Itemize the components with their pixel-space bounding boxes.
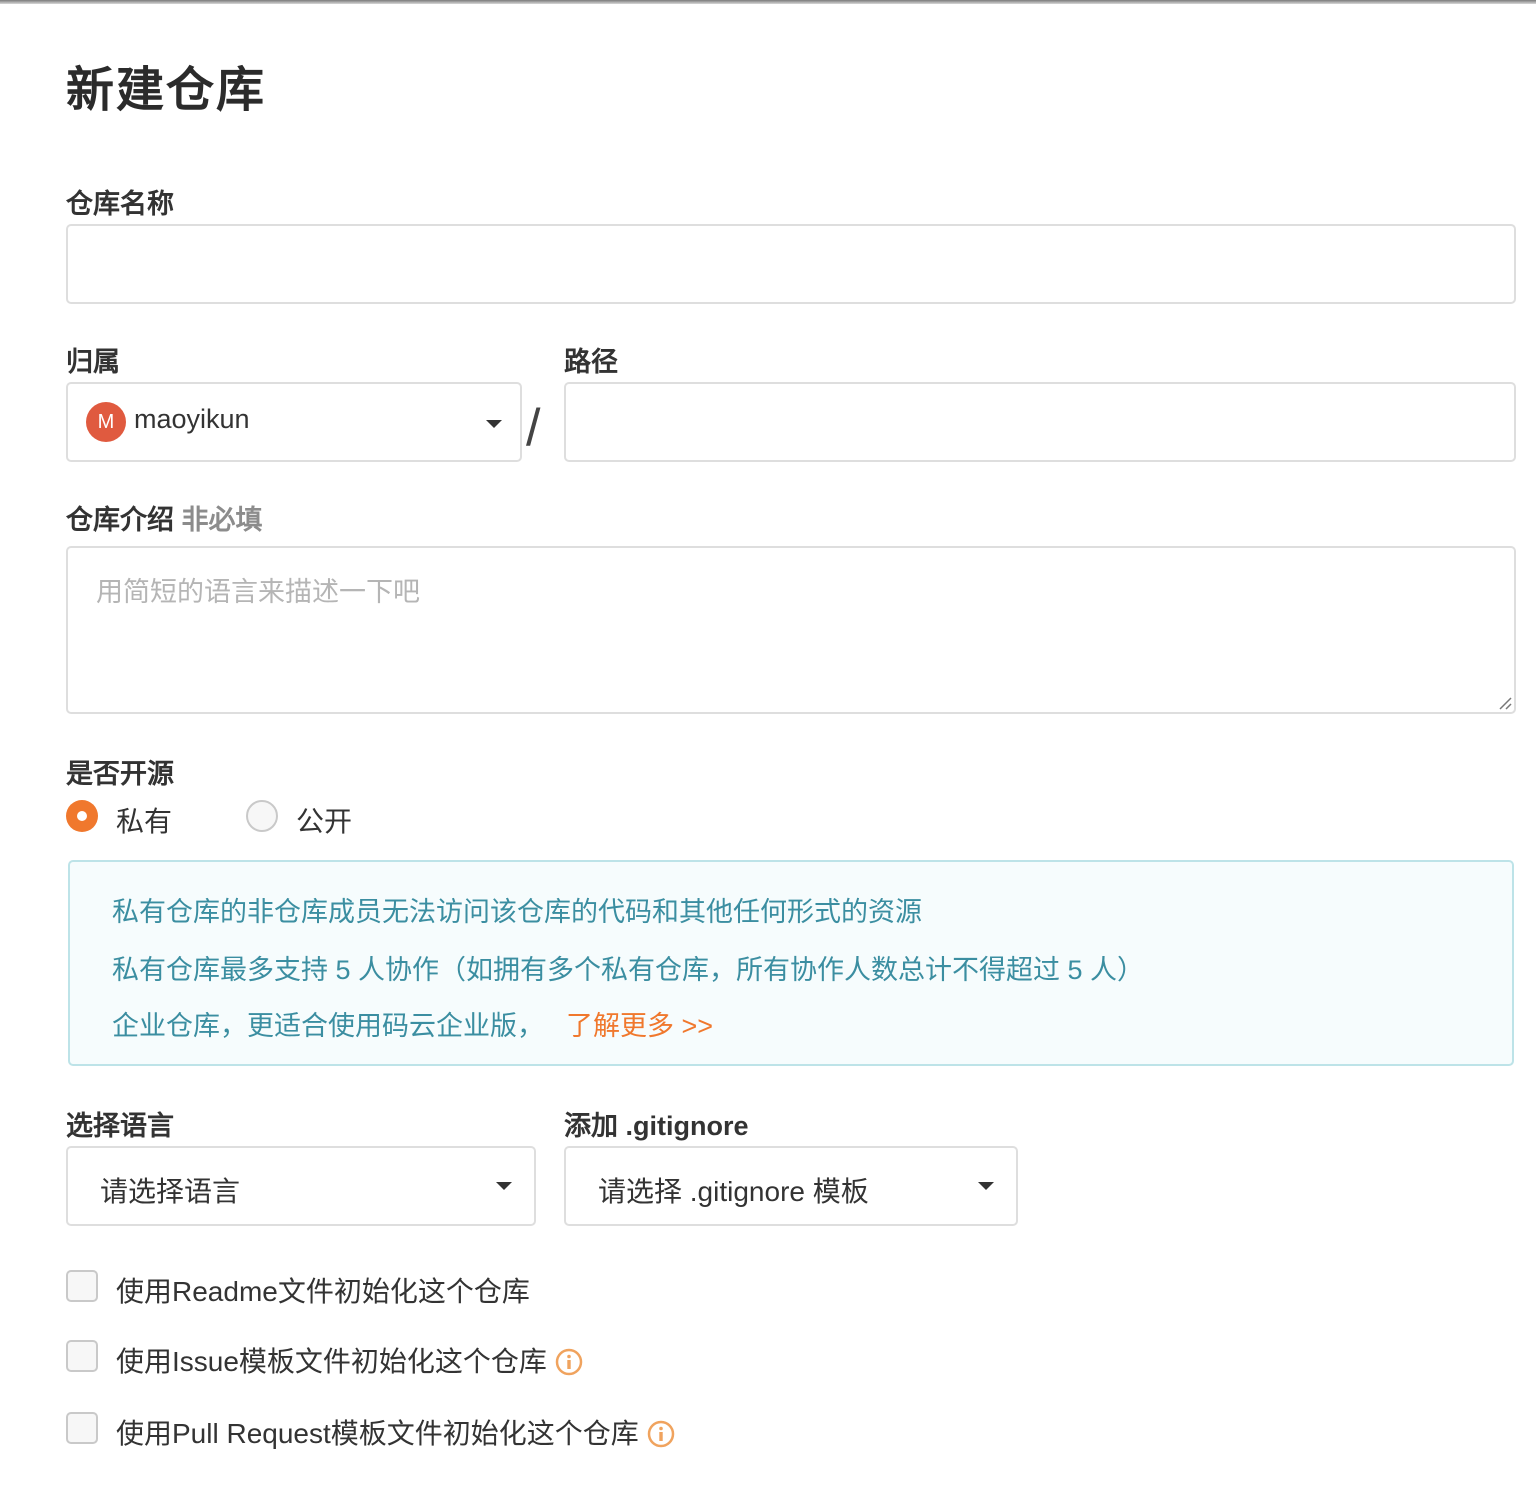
gitignore-label: 添加 .gitignore — [564, 1111, 749, 1141]
language-selected-value: 请选择语言 — [100, 1176, 241, 1207]
radio-public-label[interactable]: 公开 — [296, 800, 352, 840]
learn-more-link[interactable]: 了解更多 >> — [566, 1011, 713, 1041]
description-textarea[interactable]: 用简短的语言来描述一下吧 — [66, 546, 1516, 714]
readme-init-checkbox[interactable] — [66, 1270, 98, 1302]
notice-line-3-text: 企业仓库，更适合使用码云企业版， — [112, 1011, 544, 1041]
path-separator: / — [526, 399, 541, 457]
repo-name-input[interactable] — [66, 224, 1516, 304]
avatar: M — [86, 402, 126, 442]
info-icon[interactable] — [647, 1420, 675, 1448]
private-repo-notice: 私有仓库的非仓库成员无法访问该仓库的代码和其他任何形式的资源 私有仓库最多支持 … — [68, 860, 1514, 1066]
description-label: 仓库介绍 非必填 — [66, 498, 263, 537]
page-title: 新建仓库 — [66, 64, 267, 117]
notice-line-1: 私有仓库的非仓库成员无法访问该仓库的代码和其他任何形式的资源 — [112, 897, 922, 927]
language-label: 选择语言 — [66, 1111, 174, 1141]
optional-tag: 非必填 — [181, 505, 263, 535]
resize-grip-icon[interactable] — [1496, 694, 1512, 710]
pr-template-label[interactable]: 使用Pull Request模板文件初始化这个仓库 — [116, 1412, 675, 1452]
description-placeholder: 用简短的语言来描述一下吧 — [96, 577, 420, 607]
readme-init-label[interactable]: 使用Readme文件初始化这个仓库 — [116, 1270, 530, 1310]
radio-public[interactable] — [246, 800, 278, 832]
new-repo-form: 新建仓库 仓库名称 归属 路径 M maoyikun / 仓库介绍 非必填 用简… — [66, 0, 1516, 1486]
repo-name-label: 仓库名称 — [66, 189, 174, 219]
readme-init-label-text: 使用Readme文件初始化这个仓库 — [116, 1276, 530, 1307]
path-input[interactable] — [564, 382, 1516, 462]
issue-template-checkbox[interactable] — [66, 1340, 98, 1372]
path-label: 路径 — [564, 347, 618, 377]
description-label-text: 仓库介绍 — [66, 505, 174, 535]
notice-line-3: 企业仓库，更适合使用码云企业版， 了解更多 >> — [112, 1004, 713, 1043]
owner-label: 归属 — [66, 347, 120, 377]
pr-template-label-text: 使用Pull Request模板文件初始化这个仓库 — [116, 1418, 639, 1449]
gitignore-selected-value: 请选择 .gitignore 模板 — [598, 1176, 869, 1207]
owner-select[interactable]: M maoyikun — [66, 382, 522, 462]
notice-line-2: 私有仓库最多支持 5 人协作（如拥有多个私有仓库，所有协作人数总计不得超过 5 … — [112, 955, 1145, 985]
chevron-down-icon — [496, 1182, 512, 1190]
issue-template-label[interactable]: 使用Issue模板文件初始化这个仓库 — [116, 1340, 583, 1380]
visibility-label: 是否开源 — [66, 759, 174, 789]
issue-template-label-text: 使用Issue模板文件初始化这个仓库 — [116, 1346, 547, 1377]
gitignore-select[interactable]: 请选择 .gitignore 模板 — [564, 1146, 1018, 1226]
language-select[interactable]: 请选择语言 — [66, 1146, 536, 1226]
info-icon[interactable] — [555, 1348, 583, 1376]
radio-private[interactable] — [66, 800, 98, 832]
radio-private-label[interactable]: 私有 — [116, 800, 172, 840]
pr-template-checkbox[interactable] — [66, 1412, 98, 1444]
chevron-down-icon — [486, 420, 502, 428]
owner-selected-value: maoyikun — [134, 404, 250, 434]
chevron-down-icon — [978, 1182, 994, 1190]
